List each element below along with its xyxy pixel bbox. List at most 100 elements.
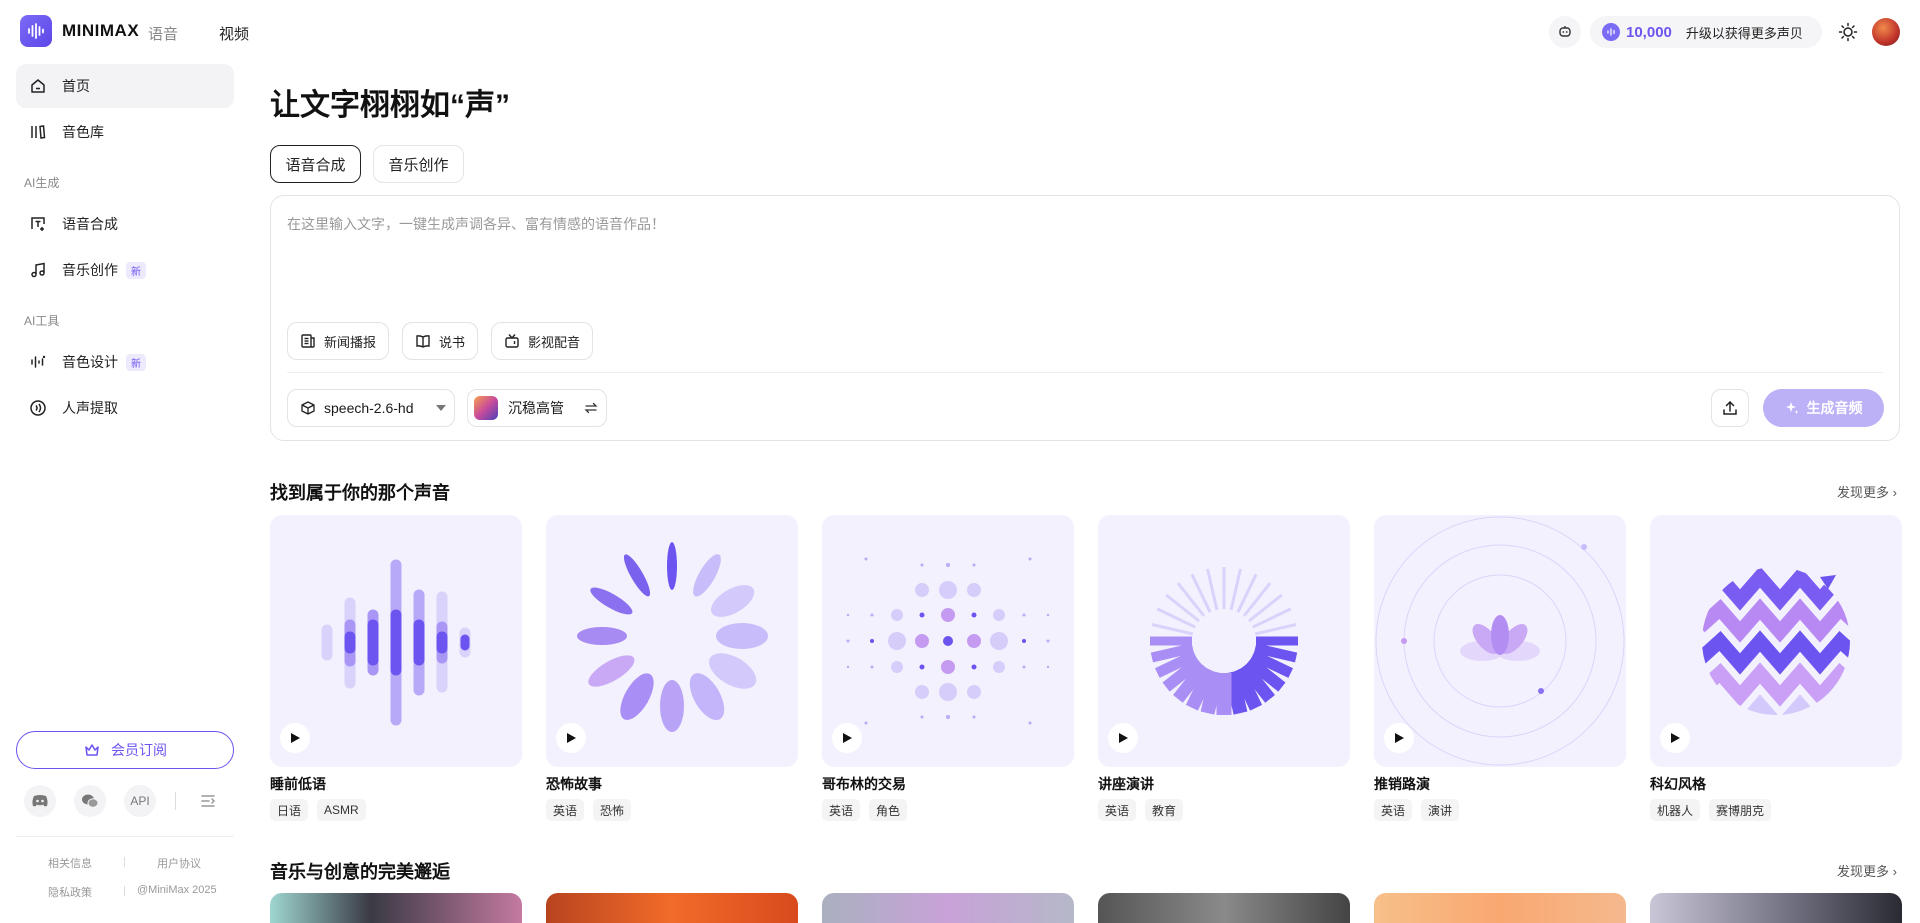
voice-card-lecture[interactable] (1098, 515, 1350, 767)
page-title: 让文字栩栩如“声” (270, 89, 510, 122)
play-icon (843, 733, 852, 743)
nav-video[interactable]: 视频 (219, 23, 249, 44)
user-agreement-link[interactable]: 用户协议 (157, 855, 201, 871)
discord-icon[interactable] (24, 785, 56, 817)
credits-badge[interactable]: 10,000 升级以获得更多声贝 (1590, 16, 1822, 48)
news-icon (300, 333, 316, 349)
model-select[interactable]: speech-2.6-hd (287, 389, 455, 427)
sidebar-item-music[interactable]: 音乐创作 新 (16, 248, 234, 292)
tag: 恐怖 (593, 799, 632, 821)
book-icon (415, 333, 431, 349)
radial-bar (1206, 568, 1219, 611)
sidebar-item-label: 首页 (62, 78, 90, 94)
sidebar-item-label: 人声提取 (62, 400, 118, 416)
play-icon (1119, 733, 1128, 743)
upload-button[interactable] (1711, 389, 1749, 427)
discover-more-link[interactable]: 发现更多 › (1837, 482, 1897, 501)
tag: ASMR (317, 799, 366, 821)
card-title: 讲座演讲 (1098, 776, 1154, 792)
divider (287, 372, 1883, 373)
music-note-icon (28, 260, 48, 280)
api-label: API (130, 794, 150, 808)
play-button[interactable] (556, 723, 586, 753)
home-icon (28, 76, 48, 96)
member-subscribe-button[interactable]: 会员订阅 (16, 731, 234, 769)
wechat-icon[interactable] (74, 785, 106, 817)
related-info-link[interactable]: 相关信息 (48, 855, 92, 871)
assistant-icon[interactable] (1549, 16, 1581, 48)
sidebar-item-label: 语音合成 (62, 216, 118, 232)
sidebar-item-voice-design[interactable]: 音色设计 新 (16, 340, 234, 384)
play-button[interactable] (1384, 723, 1414, 753)
model-value: speech-2.6-hd (324, 400, 414, 416)
card-title: 科幻风格 (1650, 776, 1706, 792)
upload-icon (1721, 399, 1739, 417)
voice-card-goblin[interactable] (822, 515, 1074, 767)
generate-audio-button[interactable]: 生成音频 (1763, 389, 1884, 427)
tag: 日语 (270, 799, 309, 821)
play-button[interactable] (832, 723, 862, 753)
voice-select[interactable]: 沉稳高管 (467, 389, 607, 427)
radial-bar (1229, 568, 1242, 611)
voice-card-scifi[interactable] (1650, 515, 1902, 767)
member-label: 会员订阅 (111, 742, 167, 758)
voice-value: 沉稳高管 (508, 400, 564, 416)
preset-story-button[interactable]: 说书 (402, 322, 479, 360)
theme-toggle-icon[interactable] (1838, 22, 1858, 42)
tag: 机器人 (1650, 799, 1701, 821)
tab-music[interactable]: 音乐创作 (373, 145, 464, 183)
more-label: 发现更多 (1837, 485, 1890, 500)
discover-more-link[interactable]: 发现更多 › (1837, 861, 1897, 880)
voice-card-horror[interactable] (546, 515, 798, 767)
nav-voice[interactable]: 语音 (148, 23, 178, 44)
tag: 英语 (1098, 799, 1137, 821)
sidebar-item-home[interactable]: 首页 (16, 64, 234, 108)
card-title: 哥布林的交易 (822, 776, 906, 792)
text-input[interactable] (287, 214, 1877, 274)
footer-divider (16, 836, 234, 837)
section-title-voices: 找到属于你的那个声音 (270, 483, 450, 503)
privacy-link[interactable]: 隐私政策 (48, 884, 92, 900)
radial-bar (1254, 623, 1297, 636)
tab-label: 语音合成 (285, 156, 346, 174)
collapse-sidebar-icon[interactable] (200, 793, 216, 814)
sparkle-icon (1785, 401, 1799, 415)
preset-news-button[interactable]: 新闻播报 (287, 322, 390, 360)
play-button[interactable] (280, 723, 310, 753)
crown-icon (83, 741, 101, 759)
api-link[interactable]: API (124, 785, 156, 817)
preset-dubbing-button[interactable]: 影视配音 (491, 322, 594, 360)
tag: 英语 (1374, 799, 1413, 821)
play-icon (1671, 733, 1680, 743)
brand-name: MINIMAX (62, 21, 140, 40)
credits-count: 10,000 (1626, 23, 1672, 41)
divider (124, 886, 125, 896)
avatar[interactable] (1872, 18, 1900, 46)
new-badge: 新 (126, 261, 146, 279)
play-button[interactable] (1660, 723, 1690, 753)
radial-bar (1224, 670, 1248, 715)
chip-label: 影视配音 (528, 334, 581, 350)
minimax-logo-icon[interactable] (20, 15, 52, 47)
upgrade-link[interactable]: 升级以获得更多声贝 (1686, 23, 1803, 42)
chip-label: 新闻播报 (324, 334, 377, 350)
sidebar-item-vocal-extract[interactable]: 人声提取 (16, 386, 234, 430)
more-label: 发现更多 (1837, 864, 1890, 879)
radial-bar (1151, 623, 1194, 636)
play-icon (291, 733, 300, 743)
play-button[interactable] (1108, 723, 1138, 753)
tab-tts[interactable]: 语音合成 (270, 145, 361, 183)
voice-card-pitch[interactable] (1374, 515, 1626, 767)
voice-card-bedtime[interactable] (270, 515, 522, 767)
cube-icon (300, 400, 316, 416)
tab-label: 音乐创作 (388, 156, 449, 174)
sidebar-item-label: 音色设计 (62, 354, 118, 370)
sidebar-item-label: 音乐创作 (62, 262, 118, 278)
sidebar-item-voice-library[interactable]: 音色库 (16, 110, 234, 154)
tag: 英语 (822, 799, 861, 821)
tag: 演讲 (1421, 799, 1460, 821)
divider (175, 792, 176, 810)
sidebar-item-tts[interactable]: 语音合成 (16, 202, 234, 246)
section-ai-gen: AI生成 (24, 176, 60, 190)
chip-label: 说书 (439, 334, 466, 350)
